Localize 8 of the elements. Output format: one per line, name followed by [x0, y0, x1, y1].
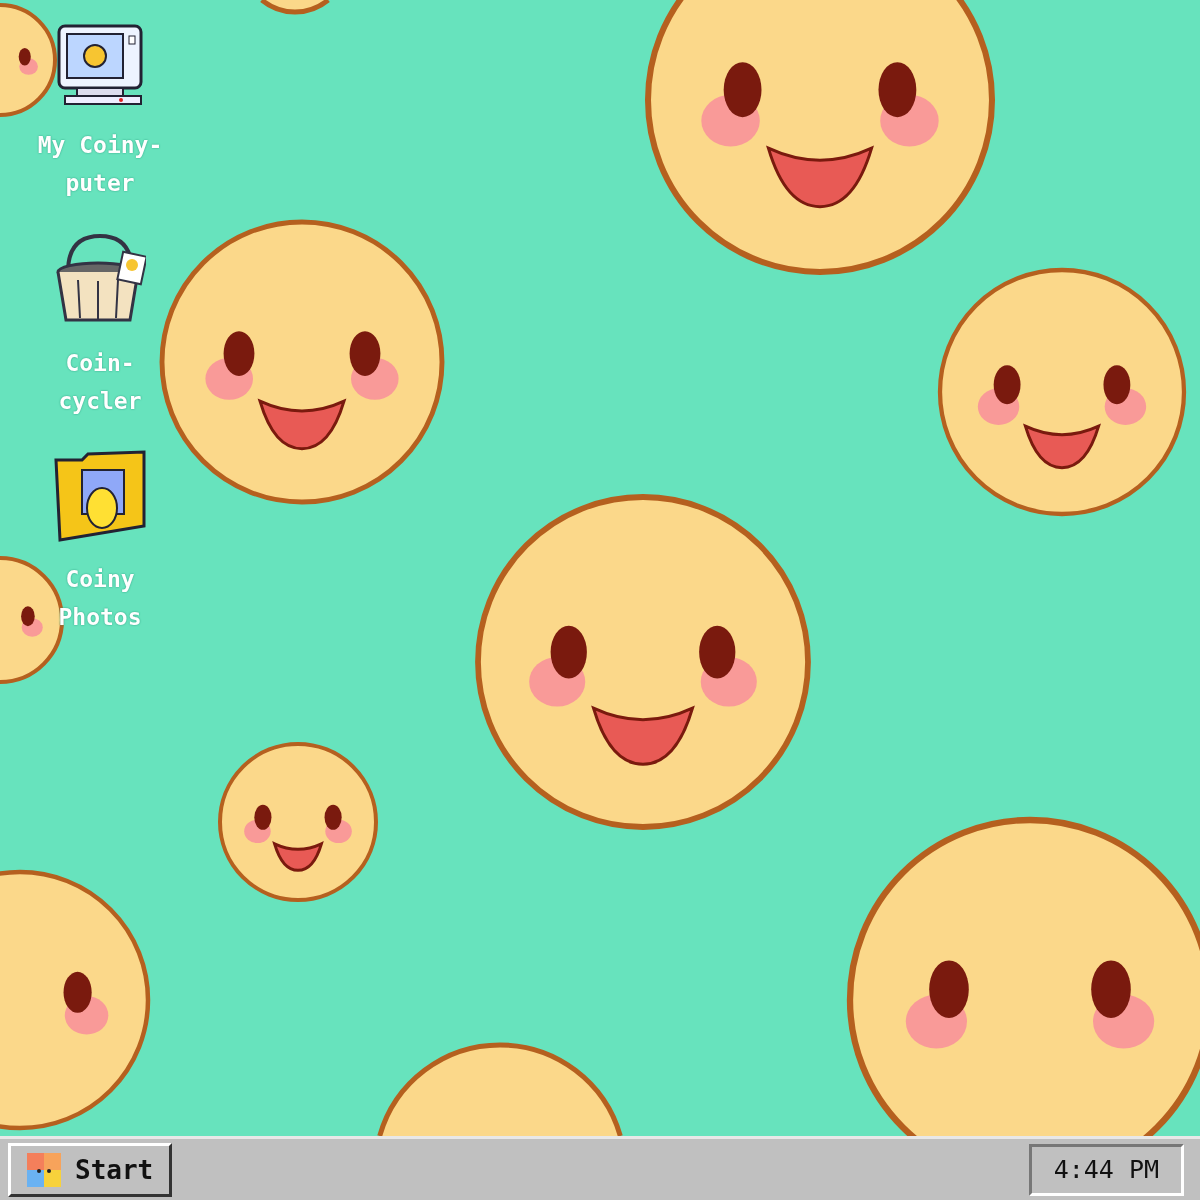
folder-icon[interactable]: [52, 450, 148, 542]
smiley-face: [260, 0, 330, 15]
window-logo-icon: [25, 1150, 63, 1189]
clock: 4:44 PM: [1028, 1143, 1184, 1196]
icon-label[interactable]: My Coiny-puter: [25, 126, 175, 202]
icon-label[interactable]: Coin-cycler: [25, 344, 175, 420]
start-button[interactable]: Start: [8, 1142, 173, 1197]
computer-icon[interactable]: [55, 22, 145, 108]
